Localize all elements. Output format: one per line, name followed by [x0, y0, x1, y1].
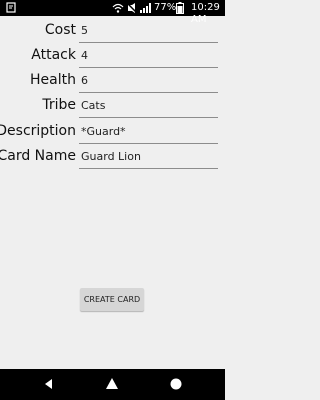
- health-field-container: [79, 70, 218, 93]
- card-name-row: Card Name: [0, 146, 225, 170]
- status-bar: 77% 10:29 AM: [0, 0, 225, 25]
- tribe-row: Tribe: [0, 95, 225, 119]
- navigation-bar: [0, 369, 225, 400]
- tribe-label: Tribe: [42, 97, 76, 113]
- battery-percent: 77%: [154, 2, 177, 13]
- attack-field-container: [79, 45, 218, 68]
- attack-row: Attack: [0, 45, 225, 69]
- attack-field[interactable]: [79, 47, 217, 63]
- clock-time: 10:29: [191, 2, 220, 13]
- home-icon[interactable]: [104, 376, 120, 392]
- description-label: Description: [0, 123, 76, 139]
- battery-icon: [176, 2, 184, 14]
- back-icon[interactable]: [42, 376, 58, 392]
- create-card-button[interactable]: CREATE CARD: [80, 288, 144, 311]
- attack-label: Attack: [31, 47, 76, 63]
- tribe-field-container: [79, 95, 218, 118]
- silent-icon: [126, 2, 138, 14]
- card-name-label: Card Name: [0, 148, 76, 164]
- status-icons: [112, 2, 151, 14]
- health-row: Health: [0, 70, 225, 94]
- description-field[interactable]: [79, 123, 217, 139]
- description-row: Description: [0, 121, 225, 145]
- health-field[interactable]: [79, 72, 217, 88]
- tribe-field[interactable]: [79, 97, 217, 113]
- card-name-field-container: [79, 146, 218, 169]
- notification-icon: [6, 2, 16, 13]
- health-label: Health: [30, 72, 76, 88]
- description-field-container: [79, 121, 218, 144]
- signal-icon: [140, 3, 151, 13]
- cost-row: Cost: [0, 20, 225, 44]
- card-name-field[interactable]: [79, 148, 217, 164]
- cost-field[interactable]: [79, 22, 217, 38]
- recent-apps-icon[interactable]: [168, 376, 184, 392]
- cost-label: Cost: [44, 22, 76, 38]
- wifi-icon: [112, 3, 124, 13]
- cost-field-container: [79, 20, 218, 43]
